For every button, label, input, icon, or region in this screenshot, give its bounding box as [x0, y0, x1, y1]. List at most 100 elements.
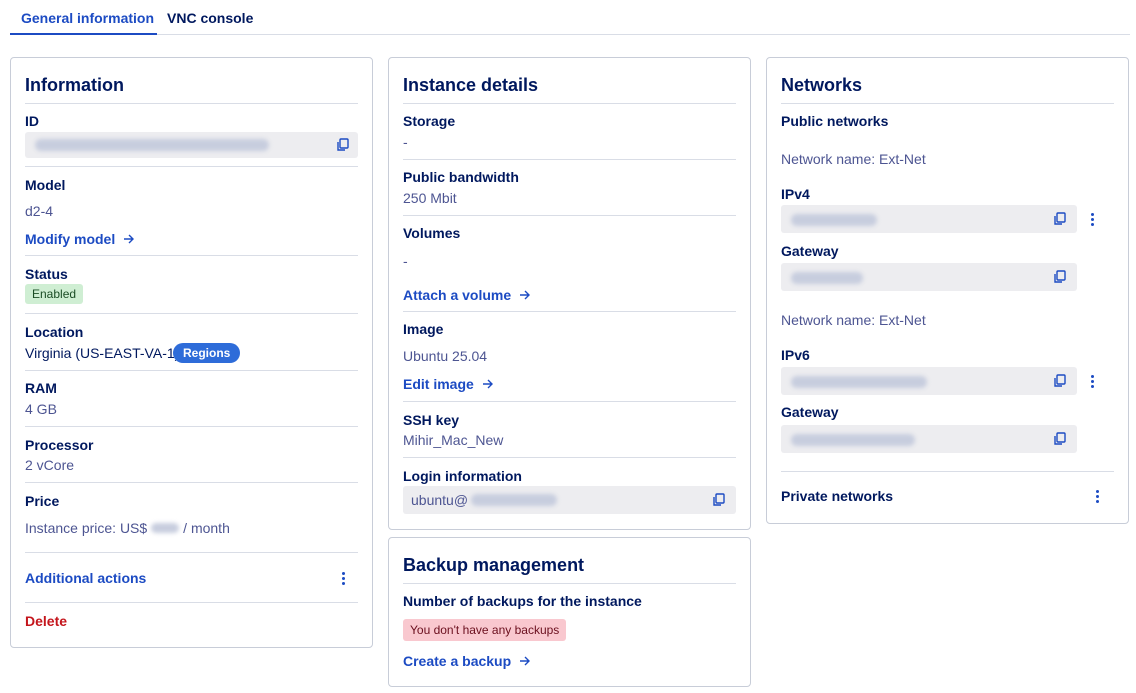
ram-value: 4 GB — [25, 401, 57, 417]
ssh-key-label: SSH key — [403, 412, 460, 428]
tab-bar: General information VNC console — [10, 0, 1130, 35]
divider — [25, 482, 358, 483]
private-networks-more-icon[interactable] — [1096, 490, 1100, 504]
instance-details-title: Instance details — [403, 75, 539, 95]
status-label: Status — [25, 266, 68, 282]
bandwidth-label: Public bandwidth — [403, 169, 519, 185]
ipv4-more-icon[interactable] — [1091, 213, 1095, 227]
gateway-ipv6-field — [781, 425, 1077, 453]
divider — [781, 103, 1114, 104]
status-badge: Enabled — [25, 284, 84, 304]
divider — [25, 426, 358, 427]
volumes-label: Volumes — [403, 225, 461, 241]
delete-button[interactable]: Delete — [25, 613, 67, 629]
id-field — [25, 132, 358, 158]
attach-volume-link[interactable]: Attach a volume — [403, 287, 531, 303]
login-information-field: ubuntu@ — [403, 486, 736, 514]
copy-icon[interactable] — [336, 138, 350, 152]
modify-model-label: Modify model — [25, 231, 116, 247]
private-networks-label: Private networks — [781, 488, 894, 504]
location-value: Virginia (US-EAST-VA-1) — [25, 345, 180, 361]
copy-icon[interactable] — [712, 493, 726, 507]
divider — [403, 457, 736, 458]
divider — [25, 552, 358, 553]
location-label: Location — [25, 324, 84, 340]
backup-count-label: Number of backups for the instance — [403, 593, 642, 609]
ipv6-label: IPv6 — [781, 347, 810, 363]
login-user: ubuntu@ — [411, 492, 469, 508]
ram-label: RAM — [25, 380, 57, 396]
redacted-id — [35, 139, 269, 151]
copy-icon[interactable] — [1053, 212, 1067, 226]
backup-management-card: Backup management Number of backups for … — [388, 537, 751, 687]
divider — [403, 215, 736, 216]
no-backups-badge: You don't have any backups — [403, 619, 567, 641]
divider — [403, 159, 736, 160]
instance-details-card: Instance details Storage - Public bandwi… — [388, 57, 751, 530]
ipv4-label: IPv4 — [781, 186, 810, 202]
arrow-right-icon — [124, 234, 135, 244]
processor-label: Processor — [25, 437, 94, 453]
ipv6-field — [781, 367, 1077, 395]
create-backup-label: Create a backup — [403, 653, 512, 669]
divider — [25, 313, 358, 314]
more-actions-icon[interactable] — [342, 572, 346, 586]
attach-volume-label: Attach a volume — [403, 287, 512, 303]
modify-model-link[interactable]: Modify model — [25, 231, 135, 247]
divider — [25, 255, 358, 256]
gateway-ipv4-field — [781, 263, 1077, 291]
arrow-right-icon — [482, 379, 493, 389]
arrow-right-icon — [520, 656, 531, 666]
networks-card: Networks Public networks Network name: E… — [766, 57, 1129, 524]
model-label: Model — [25, 177, 66, 193]
storage-label: Storage — [403, 113, 456, 129]
redacted-ip — [471, 494, 557, 506]
create-backup-link[interactable]: Create a backup — [403, 653, 531, 669]
arrow-right-icon — [520, 290, 531, 300]
active-tab-indicator — [10, 33, 157, 35]
information-title: Information — [25, 75, 124, 95]
price-label: Price — [25, 493, 60, 509]
divider — [25, 370, 358, 371]
copy-icon[interactable] — [1053, 374, 1067, 388]
redacted-gateway-ipv6 — [791, 434, 915, 446]
divider — [25, 166, 358, 167]
image-label: Image — [403, 321, 444, 337]
ipv6-more-icon[interactable] — [1091, 375, 1095, 389]
gateway-ipv6-label: Gateway — [781, 404, 839, 420]
divider — [403, 401, 736, 402]
redacted-ipv4 — [791, 214, 877, 226]
network-name-1: Network name: Ext-Net — [781, 151, 926, 167]
copy-icon[interactable] — [1053, 270, 1067, 284]
price-prefix: Instance price: US$ — [25, 520, 148, 536]
divider — [403, 311, 736, 312]
tab-vnc-console[interactable]: VNC console — [167, 10, 253, 26]
edit-image-link[interactable]: Edit image — [403, 376, 494, 392]
edit-image-label: Edit image — [403, 376, 474, 392]
login-information-label: Login information — [403, 468, 522, 484]
tab-general-information[interactable]: General information — [21, 10, 154, 26]
copy-icon[interactable] — [1053, 432, 1067, 446]
redacted-price — [151, 523, 180, 533]
volumes-value: - — [403, 253, 408, 269]
redacted-gateway-ipv4 — [791, 272, 863, 284]
ipv4-field — [781, 205, 1077, 233]
redacted-ipv6 — [791, 376, 927, 388]
network-name-2: Network name: Ext-Net — [781, 312, 926, 328]
ssh-key-value: Mihir_Mac_New — [403, 432, 504, 448]
image-value: Ubuntu 25.04 — [403, 348, 488, 364]
divider — [25, 602, 358, 603]
processor-value: 2 vCore — [25, 457, 75, 473]
model-value: d2-4 — [25, 203, 54, 219]
storage-value: - — [403, 134, 408, 150]
divider — [403, 583, 736, 584]
additional-actions-link[interactable]: Additional actions — [25, 570, 146, 586]
regions-badge[interactable]: Regions — [173, 343, 241, 363]
gateway-ipv4-label: Gateway — [781, 243, 839, 259]
divider — [781, 471, 1114, 472]
instance-price: Instance price: US$ / month — [25, 520, 230, 536]
bandwidth-value: 250 Mbit — [403, 190, 457, 206]
networks-title: Networks — [781, 75, 863, 95]
price-suffix: / month — [183, 520, 230, 536]
information-card: Information ID Model d2-4 Modify model S… — [10, 57, 373, 648]
